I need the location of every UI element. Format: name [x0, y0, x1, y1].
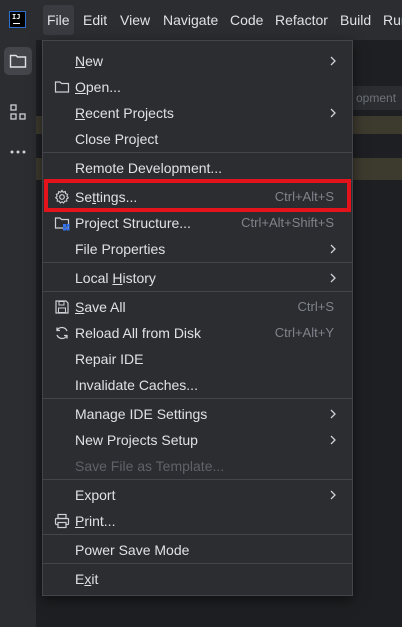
menu-separator	[43, 479, 352, 480]
menu-build[interactable]: Build	[340, 0, 371, 40]
project-structure-icon	[54, 217, 70, 231]
menu-item-label: Manage IDE Settings	[75, 406, 208, 422]
menu-view[interactable]: View	[120, 0, 150, 40]
print-icon	[54, 513, 70, 529]
file-menu-dropdown: New Open... Recent Projects Close Projec…	[42, 40, 353, 596]
more-tools-button[interactable]	[4, 138, 32, 166]
chevron-right-icon	[330, 409, 336, 419]
menu-item-label: Power Save Mode	[75, 542, 190, 558]
menu-item-label: Project Structure...	[75, 215, 191, 231]
menu-item-shortcut: Ctrl+S	[297, 299, 334, 314]
menu-item-label: New	[75, 53, 104, 69]
menu-item-save-all[interactable]: Save All Ctrl+S	[43, 294, 352, 320]
chevron-right-icon	[330, 490, 336, 500]
menu-view-label: View	[120, 12, 151, 28]
menu-separator	[43, 262, 352, 263]
menu-separator	[43, 563, 352, 564]
menu-item-reload-all[interactable]: Reload All from Disk Ctrl+Alt+Y	[43, 320, 352, 346]
more-icon	[10, 150, 26, 154]
chevron-right-icon	[330, 244, 336, 254]
menu-item-manage-ide-settings[interactable]: Manage IDE Settings	[43, 401, 352, 427]
menu-item-label: Save File as Template...	[75, 458, 225, 474]
app-logo-text: IJ	[12, 13, 21, 21]
structure-icon	[10, 104, 26, 120]
menu-item-new[interactable]: New	[43, 48, 352, 74]
menu-item-label: Local History	[75, 270, 156, 286]
menu-item-recent-projects[interactable]: Recent Projects	[43, 100, 352, 126]
menu-item-invalidate-caches[interactable]: Invalidate Caches...	[43, 372, 352, 398]
chevron-right-icon	[330, 273, 336, 283]
chevron-right-icon	[330, 56, 336, 66]
tool-window-strip	[0, 40, 37, 627]
menu-separator	[43, 398, 352, 399]
menu-navigate-label: Navigate	[163, 12, 219, 28]
menu-item-project-structure[interactable]: Project Structure... Ctrl+Alt+Shift+S	[43, 210, 352, 236]
menu-separator	[43, 534, 352, 535]
menu-item-local-history[interactable]: Local History	[43, 265, 352, 291]
menu-item-remote-development[interactable]: Remote Development...	[43, 155, 352, 181]
save-icon	[55, 300, 69, 314]
menu-item-exit[interactable]: Exit	[43, 566, 352, 592]
menu-item-label: Print...	[75, 513, 116, 529]
menu-code-label: Code	[230, 12, 264, 28]
menu-item-new-projects-setup[interactable]: New Projects Setup	[43, 427, 352, 453]
menu-item-label: Recent Projects	[75, 105, 174, 121]
reload-icon	[56, 326, 68, 340]
app-logo-icon[interactable]: IJ	[9, 11, 26, 28]
menu-item-label: Export	[75, 487, 116, 503]
menu-item-label: Save All	[75, 299, 126, 315]
structure-tool-button[interactable]	[4, 98, 32, 126]
menu-item-repair-ide[interactable]: Repair IDE	[43, 346, 352, 372]
menu-separator	[43, 152, 352, 153]
menu-item-close-project[interactable]: Close Project	[43, 126, 352, 152]
menu-item-label: Exit	[75, 571, 99, 587]
menu-item-export[interactable]: Export	[43, 482, 352, 508]
menu-item-label: Open...	[75, 79, 121, 95]
menu-refactor-label: Refactor	[275, 12, 328, 28]
menu-separator	[43, 291, 352, 292]
settings-highlight-annotation	[44, 179, 351, 212]
menu-item-print[interactable]: Print...	[43, 508, 352, 534]
menu-item-label: Repair IDE	[75, 351, 144, 367]
folder-icon	[54, 81, 70, 93]
menu-item-save-file-as-template: Save File as Template...	[43, 453, 352, 479]
menu-refactor[interactable]: Refactor	[275, 0, 328, 40]
menu-item-label: New Projects Setup	[75, 432, 198, 448]
menu-item-shortcut: Ctrl+Alt+Y	[274, 325, 334, 340]
main-menu-bar: IJ File Edit View Navigate Code Refactor…	[0, 0, 402, 40]
menu-run[interactable]: Run	[383, 0, 402, 40]
menu-edit[interactable]: Edit	[83, 0, 107, 40]
menu-file-label: File	[47, 12, 70, 28]
menu-edit-label: Edit	[83, 12, 108, 28]
menu-item-label: Close Project	[75, 131, 159, 147]
menu-item-label: Invalidate Caches...	[75, 377, 198, 393]
ide-window: IJ File Edit View Navigate Code Refactor…	[0, 0, 402, 627]
menu-navigate[interactable]: Navigate	[163, 0, 218, 40]
chevron-right-icon	[330, 108, 336, 118]
menu-item-label: File Properties	[75, 241, 166, 257]
background-partial-text: opment	[352, 86, 402, 110]
menu-file[interactable]: File	[43, 5, 74, 35]
menu-item-power-save-mode[interactable]: Power Save Mode	[43, 537, 352, 563]
menu-item-label: Remote Development...	[75, 160, 223, 176]
menu-build-label: Build	[340, 12, 372, 28]
menu-run-label: Run	[383, 12, 402, 28]
menu-item-file-properties[interactable]: File Properties	[43, 236, 352, 262]
menu-item-open[interactable]: Open...	[43, 74, 352, 100]
menu-item-shortcut: Ctrl+Alt+Shift+S	[241, 215, 334, 230]
folder-icon	[9, 54, 27, 68]
chevron-right-icon	[330, 435, 336, 445]
menu-item-label: Reload All from Disk	[75, 325, 202, 341]
project-tool-button[interactable]	[4, 47, 32, 75]
menu-code[interactable]: Code	[230, 0, 263, 40]
